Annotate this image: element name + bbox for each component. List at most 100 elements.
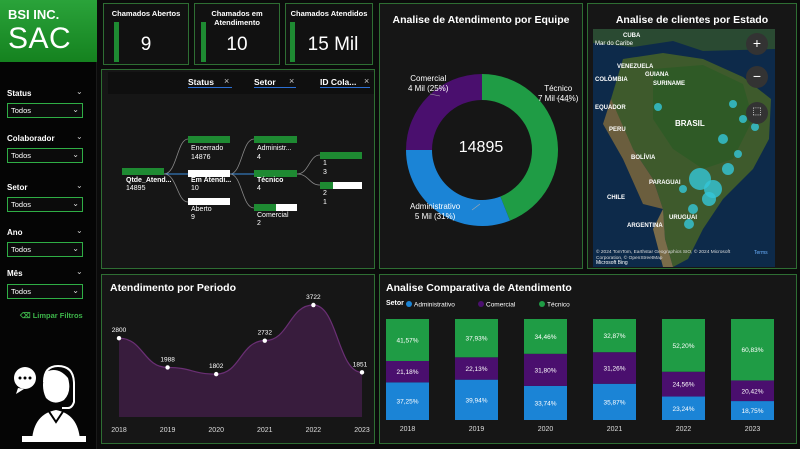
tree-node-bar[interactable] bbox=[188, 170, 230, 177]
tree-node-bar[interactable] bbox=[254, 136, 297, 143]
select-area-icon[interactable]: ⬚ bbox=[746, 102, 768, 124]
product-name: SAC bbox=[8, 22, 72, 55]
support-agent-icon bbox=[14, 364, 86, 442]
data-point[interactable] bbox=[214, 371, 219, 377]
bing-logo: Microsoft Bing bbox=[596, 260, 628, 266]
bar-data-label: 52,20% bbox=[672, 343, 694, 350]
data-label: 2732 bbox=[258, 330, 273, 337]
map-terms-link[interactable]: Terms bbox=[754, 250, 768, 256]
legend-label[interactable]: Comercial bbox=[486, 302, 516, 309]
status-dropdown[interactable]: Todos ⌄ bbox=[7, 103, 83, 118]
data-label: 1851 bbox=[353, 361, 368, 368]
stacked-bar-chart[interactable]: Administrativo Comercial Técnico 37,25% 21,1… bbox=[380, 275, 798, 445]
filter-label: Setor bbox=[7, 183, 28, 192]
svg-text:EQUADOR: EQUADOR bbox=[595, 105, 626, 111]
bar-data-label: 20,42% bbox=[741, 388, 763, 395]
chevron-down-icon[interactable]: ⌄ bbox=[76, 132, 83, 141]
ano-dropdown[interactable]: Todos ⌄ bbox=[7, 242, 83, 257]
x-tick-label: 2019 bbox=[160, 427, 176, 434]
svg-text:CUBA: CUBA bbox=[623, 33, 641, 39]
bar-data-label: 41,57% bbox=[396, 337, 418, 344]
tree-node-value: 2 bbox=[257, 220, 261, 227]
svg-text:BRASIL: BRASIL bbox=[675, 119, 705, 128]
data-point[interactable] bbox=[262, 338, 267, 343]
map-view[interactable]: Mar do Caribe CUBA VENEZUELA COLÔMBIA GU… bbox=[593, 29, 775, 267]
x-tick-label: 2018 bbox=[111, 427, 127, 434]
bar-data-label: 35,87% bbox=[603, 399, 625, 406]
x-tick-label: 2019 bbox=[469, 426, 485, 433]
donut-chart-panel: Analise de Atendimento por Equipe Comerc… bbox=[379, 3, 583, 269]
filter-label: Colaborador bbox=[7, 134, 55, 143]
tree-node-label: 1 bbox=[323, 160, 327, 167]
dropdown-arrow-icon: ⌄ bbox=[72, 199, 79, 208]
donut-label-tecnico: Técnico 7 Mil (44%) bbox=[538, 84, 579, 103]
svg-text:COLÔMBIA: COLÔMBIA bbox=[595, 75, 628, 83]
data-label: 3722 bbox=[306, 294, 321, 301]
chevron-down-icon[interactable]: ⌄ bbox=[76, 226, 83, 235]
data-label: 1802 bbox=[209, 363, 224, 370]
data-point[interactable] bbox=[116, 336, 122, 341]
tree-node-bar[interactable] bbox=[122, 168, 164, 175]
bar-data-label: 39,94% bbox=[465, 397, 487, 404]
chevron-down-icon[interactable]: ⌄ bbox=[76, 267, 83, 276]
tree-node-bar[interactable] bbox=[320, 182, 362, 189]
data-point[interactable] bbox=[359, 370, 365, 375]
x-tick-label: 2022 bbox=[306, 427, 322, 434]
chevron-down-icon[interactable]: ⌄ bbox=[76, 181, 83, 190]
brand-header: BSI INC. SAC bbox=[0, 0, 97, 62]
x-tick-label: 2018 bbox=[400, 426, 416, 433]
donut-label-comercial: Comercial 4 Mil (25%) bbox=[408, 74, 449, 93]
tree-node-label: Administr... bbox=[257, 145, 292, 152]
tree-node-bar[interactable] bbox=[188, 136, 230, 143]
data-point[interactable] bbox=[311, 302, 316, 308]
kpi-card-chamados-atendidos: Chamados Atendidos 15 Mil bbox=[285, 3, 373, 65]
colaborador-dropdown[interactable]: Todos ⌄ bbox=[7, 148, 83, 163]
chart-title: Analise de clientes por Estado bbox=[615, 14, 769, 26]
tree-node-value: 1 bbox=[323, 199, 327, 206]
x-tick-label: 2021 bbox=[257, 427, 273, 434]
x-tick-label: 2021 bbox=[607, 426, 623, 433]
mes-dropdown[interactable]: Todos ⌄ bbox=[7, 284, 83, 299]
area-fill bbox=[119, 305, 362, 417]
comparative-chart-panel: Analise Comparativa de Atendimento Setor… bbox=[379, 274, 797, 444]
svg-text:CHILE: CHILE bbox=[607, 195, 625, 201]
area-chart[interactable]: 2800 2018 1988 2019 1802 2020 2732 2021 3722 2022… bbox=[102, 275, 376, 445]
tree-node-label: Aberto bbox=[191, 206, 212, 213]
kpi-card-chamados-em-atendimento: Chamados em Atendimento 10 bbox=[194, 3, 280, 65]
filter-label: Status bbox=[7, 89, 32, 98]
donut-center-total: 14895 bbox=[458, 139, 504, 156]
tree-node-label: Em Atendi... bbox=[191, 177, 232, 184]
setor-dropdown[interactable]: Todos ⌄ bbox=[7, 197, 83, 212]
kpi-title: Chamados em Atendimento bbox=[211, 9, 263, 27]
tree-node-bar[interactable] bbox=[254, 170, 297, 177]
tree-root-value: 14895 bbox=[126, 185, 146, 192]
chevron-down-icon[interactable]: ⌄ bbox=[76, 87, 83, 96]
svg-text:Mar do Caribe: Mar do Caribe bbox=[595, 41, 634, 47]
bar-data-label: 31,26% bbox=[603, 365, 625, 372]
tree-node-value: 3 bbox=[323, 169, 327, 176]
donut-chart[interactable] bbox=[380, 4, 584, 270]
tree-node-bar[interactable] bbox=[254, 204, 297, 211]
legend-label[interactable]: Técnico bbox=[547, 302, 570, 309]
data-point[interactable] bbox=[165, 365, 170, 370]
dropdown-arrow-icon: ⌄ bbox=[72, 244, 79, 253]
map-panel: Analise de clientes por Estado Mar do Ca… bbox=[587, 3, 797, 269]
bar-data-label: 37,25% bbox=[396, 399, 418, 406]
dropdown-arrow-icon: ⌄ bbox=[72, 150, 79, 159]
legend-swatch bbox=[539, 301, 545, 307]
bar-data-label: 22,13% bbox=[465, 366, 487, 373]
tree-node-bar[interactable] bbox=[188, 198, 230, 205]
svg-text:PARAGUAI: PARAGUAI bbox=[649, 180, 681, 186]
legend-label[interactable]: Administrativo bbox=[414, 302, 455, 309]
tree-node-label: Comercial bbox=[257, 212, 289, 219]
dropdown-arrow-icon: ⌄ bbox=[72, 286, 79, 295]
svg-text:ARGENTINA: ARGENTINA bbox=[627, 223, 663, 229]
svg-text:VENEZUELA: VENEZUELA bbox=[617, 64, 654, 70]
clear-filters-button[interactable]: ⌫ Limpar Filtros bbox=[20, 311, 83, 320]
tree-node-value: 9 bbox=[191, 214, 195, 221]
zoom-out-button[interactable]: − bbox=[746, 66, 768, 88]
kpi-value: 10 bbox=[226, 34, 248, 55]
tree-node-bar[interactable] bbox=[320, 152, 362, 159]
zoom-in-button[interactable]: + bbox=[746, 33, 768, 55]
kpi-value: 15 Mil bbox=[307, 34, 359, 55]
